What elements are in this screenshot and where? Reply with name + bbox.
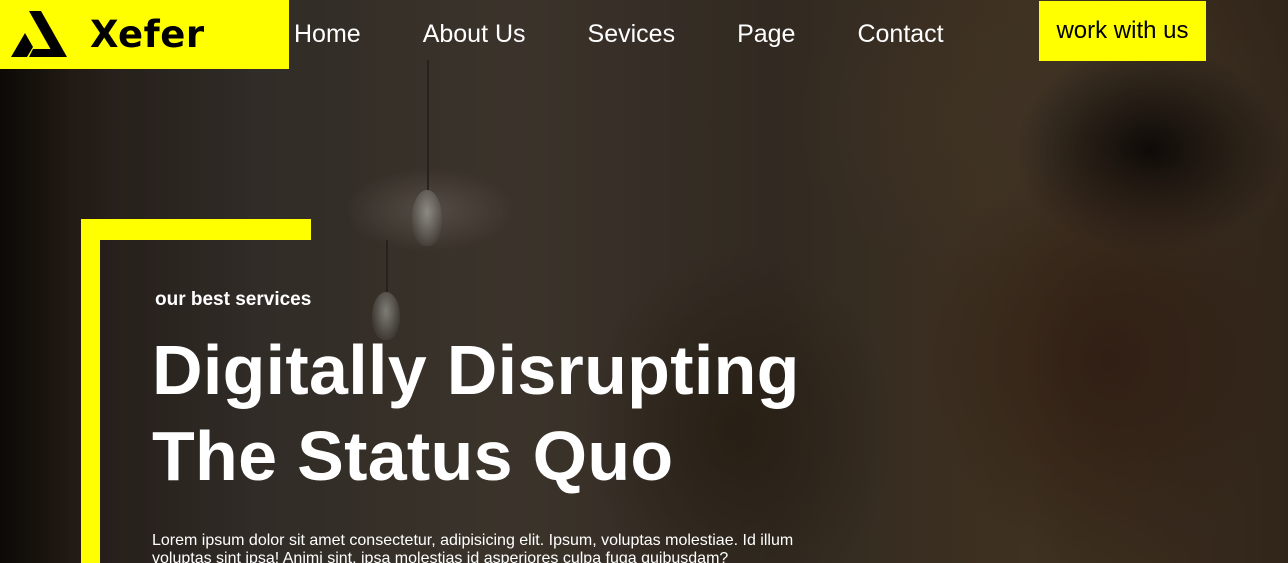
hero-headline-line-1: Digitally Disrupting (152, 331, 800, 409)
lamp-cord (427, 60, 429, 190)
pendant-lamp (412, 190, 442, 246)
accent-frame-top (81, 219, 311, 240)
logo[interactable]: Xefer (0, 0, 289, 69)
nav-page[interactable]: Page (737, 18, 795, 50)
abstract-logo-icon (11, 10, 67, 57)
site-header: Xefer Home About Us Sevices Page Contact… (0, 0, 1288, 69)
main-nav: Home About Us Sevices Page Contact (294, 18, 944, 50)
hero-section: Xefer Home About Us Sevices Page Contact… (0, 0, 1288, 563)
brand-name: Xefer (90, 13, 205, 56)
hero-headline-line-2: The Status Quo (152, 417, 674, 495)
hero-description: Lorem ipsum dolor sit amet consectetur, … (152, 532, 794, 563)
accent-frame-left (81, 219, 100, 563)
hero-headline: Digitally Disrupting The Status Quo (152, 327, 812, 499)
hero-eyebrow: our best services (155, 289, 312, 310)
nav-about-us[interactable]: About Us (423, 18, 526, 50)
lamp-cord (386, 240, 388, 292)
nav-services[interactable]: Sevices (588, 18, 676, 50)
nav-home[interactable]: Home (294, 18, 361, 50)
nav-contact[interactable]: Contact (857, 18, 943, 50)
hero-content: our best services Digitally Disrupting T… (152, 287, 812, 563)
work-with-us-button[interactable]: work with us (1039, 1, 1206, 61)
